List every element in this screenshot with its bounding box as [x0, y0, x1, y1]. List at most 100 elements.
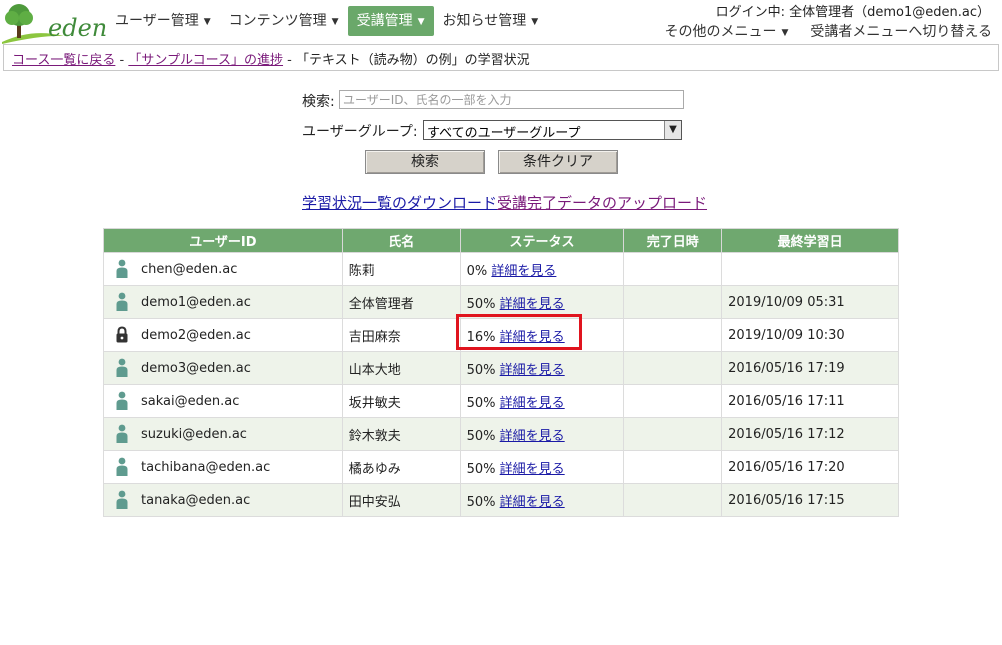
cell-last-study-date: 2019/10/09 10:30: [721, 318, 899, 352]
person-icon: [114, 292, 130, 312]
upload-completion-data-link[interactable]: 受講完了データのアップロード: [497, 194, 707, 212]
nav-content-management[interactable]: コンテンツ管理 ▼: [220, 6, 348, 36]
cell-name: 陈莉: [341, 252, 461, 286]
nav-course-management[interactable]: 受講管理 ▼: [347, 6, 434, 36]
view-details-link[interactable]: 詳細を見る: [500, 462, 565, 477]
download-progress-link-wrap: 学習状況一覧のダウンロード: [302, 192, 497, 213]
view-details-link[interactable]: 詳細を見る: [500, 297, 565, 312]
table-row: demo1@eden.ac 全体管理者 50% 詳細を見る 2019/10/09 05…: [103, 285, 899, 319]
search-input[interactable]: [339, 90, 684, 109]
view-details-link[interactable]: 詳細を見る: [500, 363, 565, 378]
cell-name: 鈴木敦夫: [341, 417, 461, 451]
nav-user-management[interactable]: ユーザー管理 ▼: [106, 6, 220, 36]
column-header-name[interactable]: 氏名: [341, 228, 461, 253]
breadcrumb: コース一覧に戻る - 「サンプルコース」の進捗 - 「テキスト（読み物）の例」の…: [3, 44, 999, 71]
cell-completed-at: [623, 351, 723, 385]
progress-percent: 50%: [466, 395, 496, 411]
other-menu-dropdown[interactable]: その他のメニュー ▼: [664, 21, 788, 41]
cell-user-id: demo1@eden.ac: [103, 285, 343, 319]
user-id-text: tanaka@eden.ac: [141, 492, 251, 508]
view-details-link[interactable]: 詳細を見る: [500, 429, 565, 444]
cell-completed-at: [623, 450, 723, 484]
caret-down-icon: ▼: [781, 28, 789, 38]
cell-completed-at: [623, 483, 723, 517]
logo-text: eden: [48, 14, 108, 42]
cell-completed-at: [623, 318, 723, 352]
view-details-link[interactable]: 詳細を見る: [491, 264, 556, 279]
cell-user-id: demo3@eden.ac: [103, 351, 343, 385]
person-icon: [114, 424, 130, 444]
table-row: demo3@eden.ac 山本大地 50% 詳細を見る 2016/05/16 17:…: [103, 351, 899, 385]
breadcrumb-course-list-link[interactable]: コース一覧に戻る: [12, 53, 115, 68]
nav-label: 受講管理: [356, 13, 413, 29]
cell-name: 橘あゆみ: [341, 450, 461, 484]
person-icon: [114, 259, 130, 279]
cell-last-study-date: 2016/05/16 17:11: [721, 384, 899, 418]
user-id-text: tachibana@eden.ac: [141, 459, 271, 475]
progress-percent: 50%: [466, 296, 496, 312]
search-label: 検索:: [302, 94, 335, 110]
cell-status: 0% 詳細を見る: [459, 252, 625, 286]
cell-status: 50% 詳細を見る: [459, 285, 625, 319]
cell-user-id: suzuki@eden.ac: [103, 417, 343, 451]
progress-percent: 50%: [466, 494, 496, 510]
progress-percent: 16%: [466, 329, 496, 345]
cell-completed-at: [623, 285, 723, 319]
user-id-text: demo1@eden.ac: [141, 294, 251, 310]
cell-last-study-date: [721, 252, 899, 286]
table-row: demo2@eden.ac 吉田麻奈 16% 詳細を見る 2019/10/09 10:…: [103, 314, 899, 352]
breadcrumb-course-progress-link[interactable]: 「サンプルコース」の進捗: [128, 53, 283, 68]
column-header-user-id[interactable]: ユーザーID: [103, 228, 343, 253]
cell-status: 16% 詳細を見る: [455, 314, 625, 352]
user-group-select[interactable]: すべてのユーザーグループ ▼: [423, 120, 682, 141]
progress-percent: 50%: [466, 362, 496, 378]
cell-user-id: tanaka@eden.ac: [103, 483, 343, 517]
view-details-link[interactable]: 詳細を見る: [500, 396, 565, 411]
progress-percent: 50%: [466, 428, 496, 444]
caret-down-icon: ▼: [531, 17, 539, 27]
view-details-link[interactable]: 詳細を見る: [500, 495, 565, 510]
nav-news-management[interactable]: お知らせ管理 ▼: [434, 6, 548, 36]
cell-status: 50% 詳細を見る: [459, 417, 625, 451]
chevron-down-icon[interactable]: ▼: [664, 121, 681, 139]
cell-name: 田中安弘: [341, 483, 461, 517]
cell-status: 50% 詳細を見る: [459, 483, 625, 517]
column-header-last-study-date[interactable]: 最終学習日: [721, 228, 899, 253]
column-header-status[interactable]: ステータス: [459, 228, 625, 253]
cell-status: 50% 詳細を見る: [459, 450, 625, 484]
table-row: tanaka@eden.ac 田中安弘 50% 詳細を見る 2016/05/16 17…: [103, 483, 899, 517]
view-details-link[interactable]: 詳細を見る: [500, 330, 565, 345]
caret-down-icon: ▼: [417, 17, 425, 27]
cell-completed-at: [623, 384, 723, 418]
main-nav: ユーザー管理 ▼ コンテンツ管理 ▼ 受講管理 ▼ お知らせ管理 ▼: [106, 6, 547, 36]
learning-status-table: ユーザーID 氏名 ステータス 完了日時 最終学習日 chen@eden.ac 陈…: [103, 228, 899, 517]
column-header-completed-at[interactable]: 完了日時: [623, 228, 723, 253]
table-row: chen@eden.ac 陈莉 0% 詳細を見る: [103, 252, 899, 286]
switch-to-learner-menu-link[interactable]: 受講者メニューへ切り替える: [810, 21, 992, 41]
user-id-text: sakai@eden.ac: [141, 393, 240, 409]
search-button[interactable]: 検索: [365, 150, 485, 174]
person-icon: [114, 358, 130, 378]
other-menu-label: その他のメニュー: [664, 24, 777, 40]
cell-user-id: demo2@eden.ac: [103, 318, 343, 352]
sub-nav: その他のメニュー ▼ 受講者メニューへ切り替える: [642, 21, 992, 41]
cell-completed-at: [623, 252, 723, 286]
person-icon: [114, 391, 130, 411]
user-id-text: suzuki@eden.ac: [141, 426, 247, 442]
cell-user-id: chen@eden.ac: [103, 252, 343, 286]
cell-name: 山本大地: [341, 351, 461, 385]
user-group-selected: すべてのユーザーグループ: [427, 126, 581, 141]
download-progress-list-link[interactable]: 学習状況一覧のダウンロード: [302, 194, 497, 212]
table-header-row: ユーザーID 氏名 ステータス 完了日時 最終学習日: [103, 228, 899, 253]
eden-logo[interactable]: eden: [2, 2, 107, 44]
cell-last-study-date: 2016/05/16 17:12: [721, 417, 899, 451]
clear-conditions-button[interactable]: 条件クリア: [498, 150, 618, 174]
header: eden ユーザー管理 ▼ コンテンツ管理 ▼ 受講管理 ▼ お知らせ管理 ▼ ログイン…: [0, 0, 1002, 44]
cell-name: 吉田麻奈: [341, 318, 461, 352]
breadcrumb-separator: -: [283, 53, 296, 68]
breadcrumb-separator: -: [115, 53, 129, 68]
cell-name: 全体管理者: [341, 285, 461, 319]
cell-last-study-date: 2019/10/09 05:31: [721, 285, 899, 319]
nav-label: お知らせ管理: [442, 13, 527, 29]
cell-last-study-date: 2016/05/16 17:15: [721, 483, 899, 517]
